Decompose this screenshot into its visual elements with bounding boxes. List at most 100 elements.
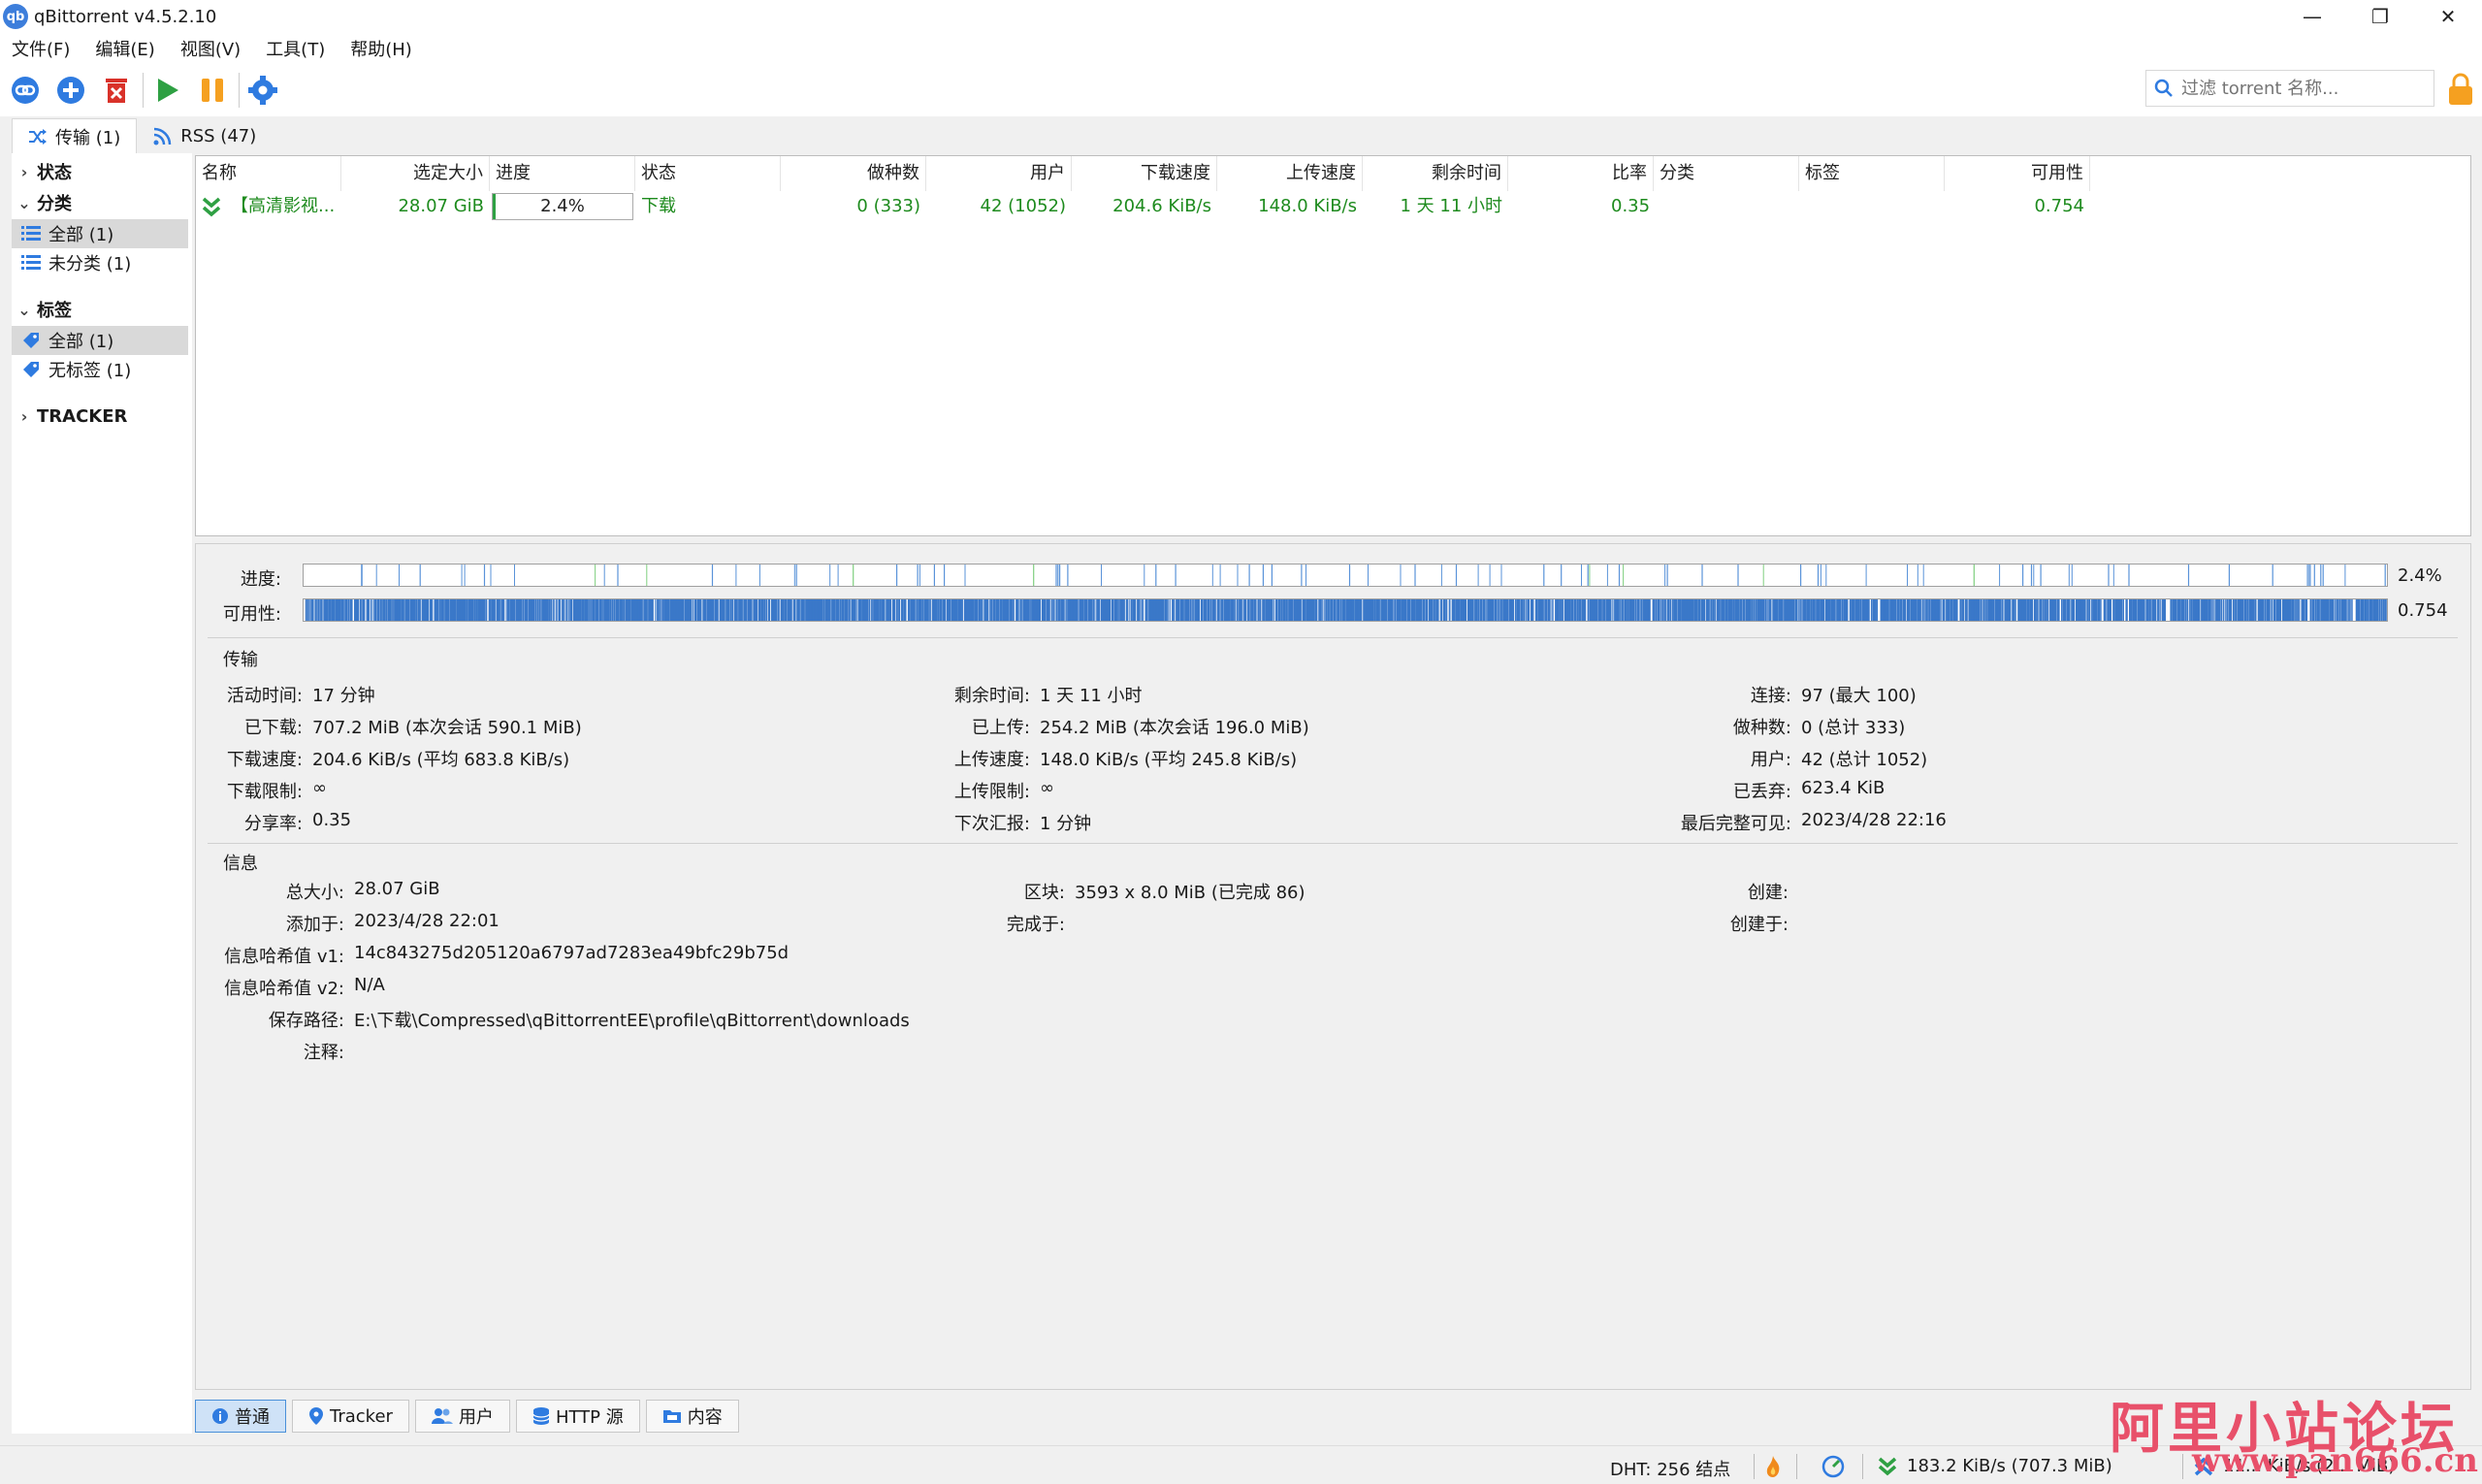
column-header-status[interactable]: 状态 — [635, 156, 781, 191]
piece-mark — [1532, 599, 1534, 621]
piece-mark — [2199, 599, 2201, 621]
piece-mark — [930, 599, 932, 621]
piece-mark — [565, 599, 567, 621]
piece-mark — [1191, 599, 1193, 621]
menu-view[interactable]: 视图(V) — [180, 36, 241, 61]
field-label: 完成于: — [1006, 915, 1065, 935]
piece-mark — [1542, 599, 1544, 621]
piece-mark — [956, 599, 958, 621]
speed-limit-icon[interactable] — [1821, 1455, 1845, 1478]
tab-transfers[interactable]: 传输 (1) — [12, 118, 138, 153]
sidebar-tag-header[interactable]: ⌄ 标签 — [12, 295, 188, 324]
column-header-eta[interactable]: 剩余时间 — [1363, 156, 1508, 191]
piece-mark — [2055, 599, 2057, 621]
piece-mark — [2156, 599, 2158, 621]
delete-button[interactable] — [99, 73, 134, 108]
minimize-button[interactable]: — — [2278, 0, 2346, 33]
piece-mark — [1871, 599, 1873, 621]
piece-mark — [1798, 599, 1800, 621]
piece-mark — [1988, 599, 1990, 621]
sidebar-category-header[interactable]: ⌄ 分类 — [12, 188, 188, 217]
pause-button[interactable] — [195, 73, 230, 108]
piece-mark — [1639, 599, 1641, 621]
sidebar-tracker-header[interactable]: › TRACKER — [12, 402, 188, 431]
sidebar-item-untagged[interactable]: 无标签 (1) — [12, 355, 188, 384]
piece-mark — [1664, 565, 1666, 586]
restore-button[interactable]: ❐ — [2346, 0, 2414, 33]
piece-mark — [2033, 565, 2035, 586]
piece-mark — [2317, 599, 2320, 621]
resume-button[interactable] — [149, 73, 184, 108]
piece-mark — [2227, 599, 2229, 621]
piece-mark — [1182, 599, 1184, 621]
piece-mark — [1973, 565, 1975, 586]
piece-mark — [1219, 599, 1221, 621]
piece-mark — [1110, 599, 1112, 621]
piece-mark — [1979, 599, 1981, 621]
piece-mark — [2322, 565, 2324, 586]
piece-mark — [2272, 565, 2273, 586]
piece-mark — [1264, 599, 1266, 621]
piece-mark — [1321, 599, 1323, 621]
menu-edit[interactable]: 编辑(E) — [95, 36, 154, 61]
column-header-name[interactable]: 名称 — [196, 156, 341, 191]
piece-mark — [1199, 599, 1200, 621]
column-header-tags[interactable]: 标签 — [1799, 156, 1945, 191]
column-header-peers[interactable]: 用户 — [926, 156, 1072, 191]
sidebar-item-category-all[interactable]: 全部 (1) — [12, 219, 188, 248]
piece-mark — [1292, 599, 1294, 621]
column-header-seeds[interactable]: 做种数 — [781, 156, 926, 191]
tab-general[interactable]: 普通 — [195, 1400, 286, 1433]
add-link-button[interactable] — [8, 73, 43, 108]
menu-help[interactable]: 帮助(H) — [350, 36, 412, 61]
menu-file[interactable]: 文件(F) — [12, 36, 70, 61]
field-label: 注释: — [303, 1043, 344, 1063]
status-separator — [1862, 1454, 1863, 1479]
search-box[interactable] — [2145, 70, 2434, 107]
column-header-size[interactable]: 选定大小 — [341, 156, 490, 191]
piece-mark — [1477, 565, 1479, 586]
add-torrent-button[interactable] — [53, 73, 88, 108]
lock-button[interactable] — [2446, 72, 2475, 112]
search-input[interactable] — [2181, 78, 2414, 99]
piece-mark — [902, 599, 904, 621]
column-header-ul-speed[interactable]: 上传速度 — [1217, 156, 1363, 191]
tab-content[interactable]: 内容 — [645, 1400, 739, 1433]
column-header-availability[interactable]: 可用性 — [1945, 156, 2090, 191]
tab-rss[interactable]: RSS (47) — [137, 118, 273, 153]
piece-mark — [1143, 599, 1144, 621]
dht-status: DHT: 256 结点 — [1610, 1460, 1731, 1480]
piece-mark — [1895, 599, 1897, 621]
main-tabs: 传输 (1) RSS (47) — [12, 118, 273, 153]
piece-mark — [1260, 599, 1262, 621]
sidebar-status-header[interactable]: › 状态 — [12, 157, 188, 186]
piece-mark — [1513, 599, 1515, 621]
sidebar-item-uncategorized[interactable]: 未分类 (1) — [12, 248, 188, 277]
piece-mark — [419, 599, 421, 621]
options-button[interactable] — [245, 73, 280, 108]
column-header-category[interactable]: 分类 — [1654, 156, 1799, 191]
tab-http-sources[interactable]: HTTP 源 — [515, 1400, 640, 1433]
piece-mark — [625, 599, 627, 621]
tab-tracker[interactable]: Tracker — [292, 1400, 409, 1433]
piece-mark — [2359, 599, 2361, 621]
piece-mark — [2221, 599, 2223, 621]
column-header-ratio[interactable]: 比率 — [1508, 156, 1654, 191]
column-header-dl-speed[interactable]: 下载速度 — [1072, 156, 1217, 191]
piece-mark — [2027, 599, 2030, 621]
piece-mark — [1272, 599, 1273, 621]
tab-peers[interactable]: 用户 — [414, 1400, 510, 1433]
piece-mark — [1066, 599, 1068, 621]
firewall-icon[interactable] — [1763, 1455, 1783, 1478]
sidebar-item-tag-all[interactable]: 全部 (1) — [12, 326, 188, 355]
close-button[interactable]: ✕ — [2414, 0, 2482, 33]
piece-mark — [1405, 599, 1407, 621]
piece-mark — [1421, 599, 1423, 621]
menu-tools[interactable]: 工具(T) — [266, 36, 325, 61]
field-value: 1 天 11 小时 — [1040, 686, 1143, 706]
column-header-progress[interactable]: 进度 — [490, 156, 635, 191]
piece-mark — [1250, 599, 1253, 621]
piece-mark — [610, 599, 612, 621]
piece-mark — [2025, 599, 2027, 621]
piece-mark — [2305, 599, 2308, 621]
